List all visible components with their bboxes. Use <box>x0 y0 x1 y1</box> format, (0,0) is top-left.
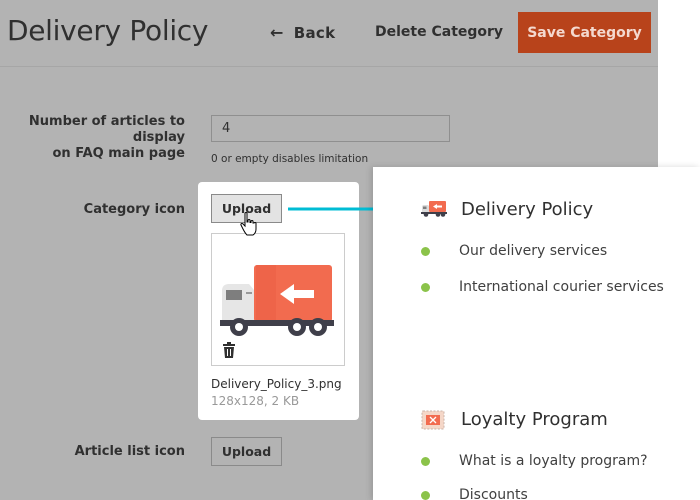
faq-preview-panel: Delivery Policy Our delivery services In… <box>373 167 700 500</box>
category-icon-thumbnail <box>211 233 345 366</box>
category-icon-file-meta: 128x128, 2 KB <box>211 394 300 408</box>
page-header: Delivery Policy ← Back Delete Category S… <box>0 0 658 67</box>
bullet-icon <box>421 246 430 256</box>
faq-item-label: What is a loyalty program? <box>459 453 648 469</box>
articles-count-hint: 0 or empty disables limitation <box>211 153 369 165</box>
faq-item-label: International courier services <box>459 279 664 295</box>
category-title[interactable]: Loyalty Program <box>461 409 608 430</box>
faq-item-label: Our delivery services <box>459 243 608 259</box>
back-label: Back <box>293 23 336 42</box>
article-list-icon-label: Article list icon <box>74 444 185 459</box>
arrow-left-icon: ← <box>270 23 284 42</box>
trash-icon[interactable] <box>222 342 236 358</box>
delivery-truck-icon <box>421 201 447 217</box>
faq-item[interactable]: What is a loyalty program? <box>421 453 648 469</box>
bullet-icon <box>421 490 430 500</box>
page-title: Delivery Policy <box>7 14 209 47</box>
faq-item[interactable]: International courier services <box>421 279 664 295</box>
save-category-button[interactable]: Save Category <box>518 12 651 53</box>
category-title[interactable]: Delivery Policy <box>461 199 593 220</box>
articles-count-label-line1: Number of articles to display <box>28 114 185 145</box>
hand-pointer-icon <box>240 212 257 236</box>
back-button[interactable]: ← Back <box>270 23 335 42</box>
category-icon-file-name: Delivery_Policy_3.png <box>211 377 342 391</box>
faq-item-label: Discounts <box>459 487 528 500</box>
category-icon-label: Category icon <box>83 202 185 217</box>
loyalty-card-icon <box>421 410 445 430</box>
articles-count-input[interactable]: 4 <box>211 115 450 142</box>
articles-count-label-line2: on FAQ main page <box>52 146 186 161</box>
articles-count-label: Number of articles to display on FAQ mai… <box>10 114 185 162</box>
bullet-icon <box>421 282 430 292</box>
delete-category-button[interactable]: Delete Category <box>375 24 503 40</box>
article-list-icon-upload-button[interactable]: Upload <box>211 437 282 466</box>
faq-item[interactable]: Our delivery services <box>421 243 607 259</box>
faq-item[interactable]: Discounts <box>421 487 528 500</box>
bullet-icon <box>421 456 430 466</box>
